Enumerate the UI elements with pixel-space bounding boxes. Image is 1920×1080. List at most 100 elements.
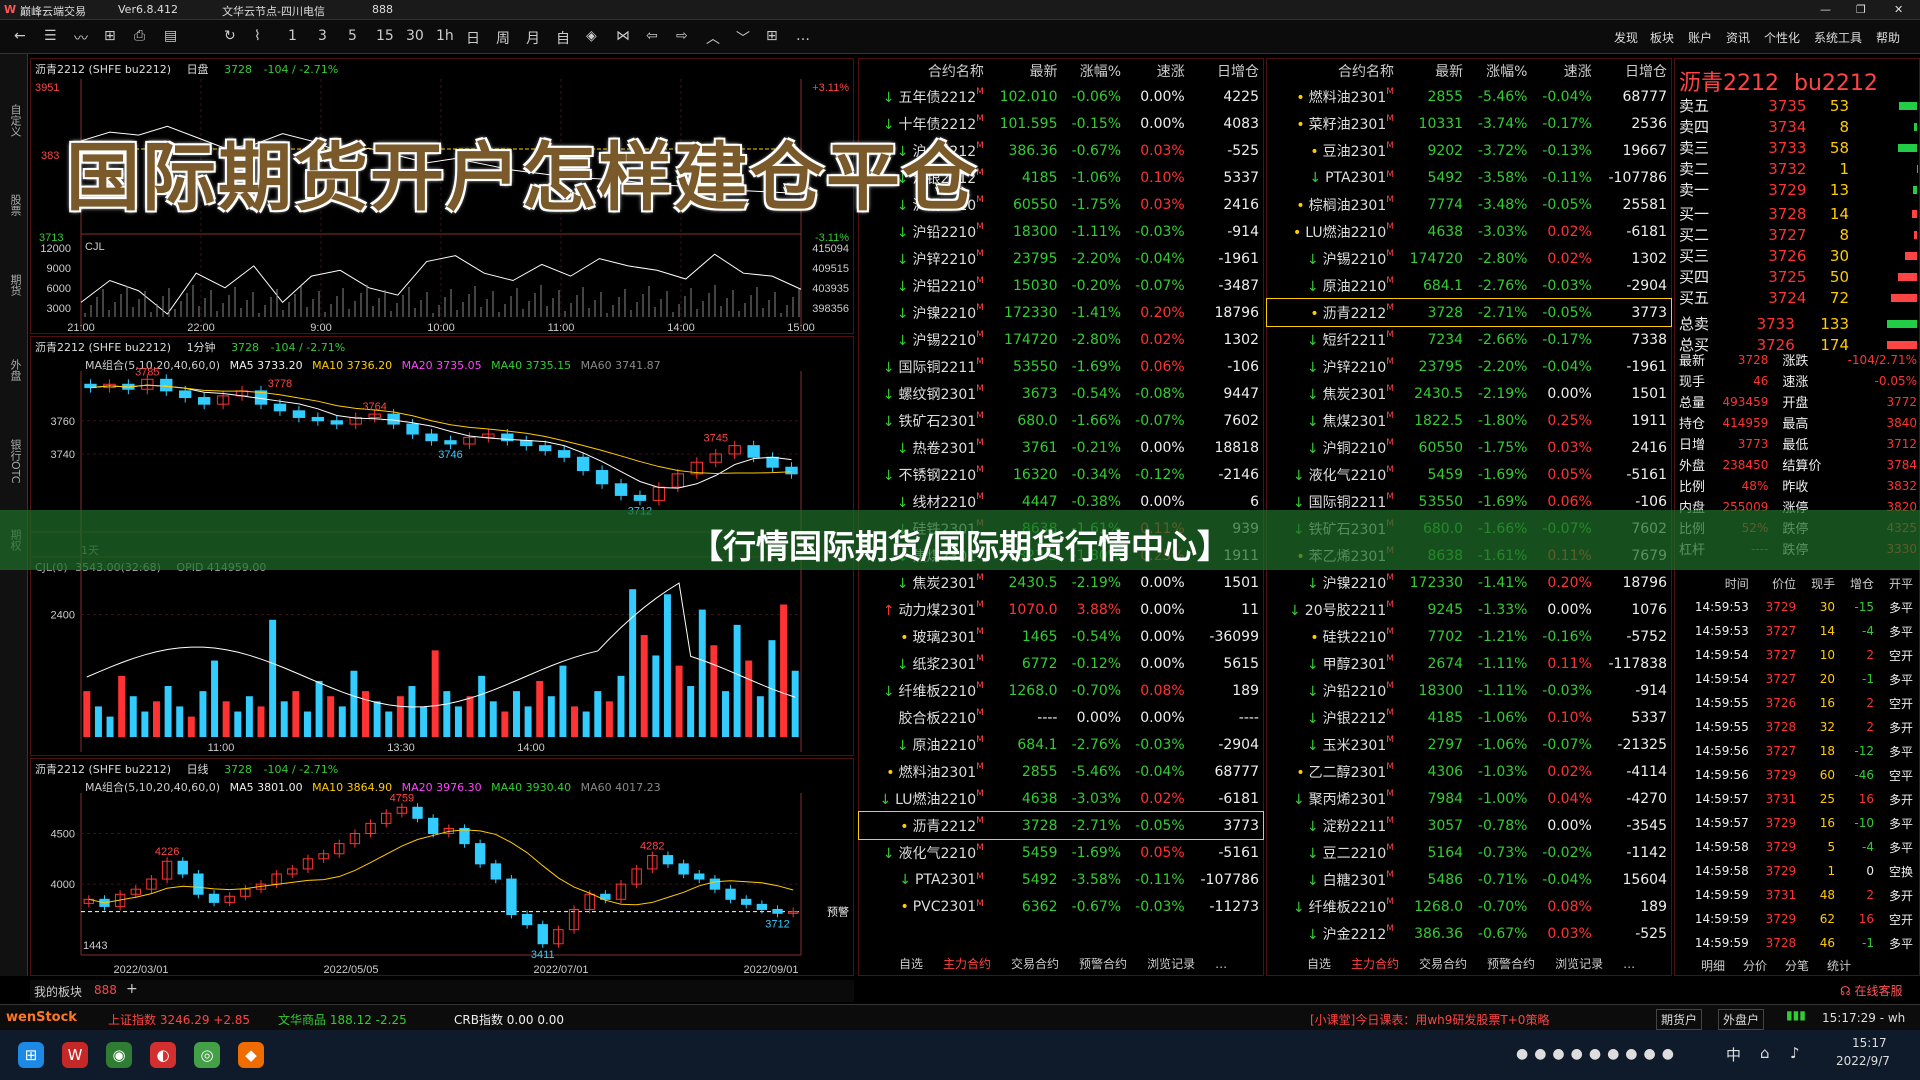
tick-tab[interactable]: 明细	[1701, 957, 1725, 974]
bid-row[interactable]: 买四 3725 50	[1679, 266, 1917, 287]
sidebar-item-foreign[interactable]: 外盘	[6, 359, 22, 381]
period-3-button[interactable]: 3	[318, 28, 327, 44]
quote_right-row[interactable]: ↓ 沪金2212M 386.36 -0.67% 0.03% -525	[1267, 920, 1671, 947]
quote_left-row[interactable]: ↓ 液化气2210M 5459 -1.69% 0.05% -5161	[859, 839, 1263, 866]
back-icon[interactable]: ←	[14, 28, 26, 44]
quote_right-row[interactable]: ↓ 短纤2211M 7234 -2.66% -0.17% 7338	[1267, 326, 1671, 353]
windows-start-icon[interactable]: ⊞	[18, 1042, 44, 1068]
quote_right-row[interactable]: ↓ 沪锡2210M 174720 -2.80% 0.02% 1302	[1267, 245, 1671, 272]
sidebar-item-stocks[interactable]: 股票	[6, 194, 22, 216]
quote_left-row[interactable]: ↓ 沪铝2210M 15030 -0.20% -0.07% -3487	[859, 272, 1263, 299]
quote-tab[interactable]: 主力合约	[1351, 955, 1399, 972]
refresh-icon[interactable]: ↻	[224, 28, 236, 44]
period-30-button[interactable]: 30	[406, 28, 424, 44]
taskbar-time[interactable]: 15:17	[1852, 1036, 1887, 1050]
quote_right-row[interactable]: ↓ 焦炭2301M 2430.5 -2.19% 0.00% 1501	[1267, 380, 1671, 407]
arrow-right-icon[interactable]: ⇨	[676, 28, 688, 44]
quote-tab[interactable]: 自选	[899, 955, 923, 972]
quote_left-col-header[interactable]: 最新	[988, 59, 1062, 83]
period-1-button[interactable]: 1	[288, 28, 297, 44]
menu-account[interactable]: 账户	[1688, 29, 1712, 46]
quote_left-row[interactable]: ↓ PTA2301M 5492 -3.58% -0.11% -107786	[859, 866, 1263, 893]
quote_left-row[interactable]: ↓ 纸浆2301M 6772 -0.12% 0.00% 5615	[859, 650, 1263, 677]
menu-news[interactable]: 资讯	[1726, 29, 1750, 46]
panel-icon[interactable]: ▤	[164, 28, 177, 44]
bid-row[interactable]: 买三 3726 30	[1679, 245, 1917, 266]
chevron-up-icon[interactable]: ︿	[706, 28, 720, 48]
quote_left-row[interactable]: ↓ 五年债2212M 102.010 -0.06% 0.00% 4225	[859, 83, 1263, 110]
quote_left-row[interactable]: • 燃料油2301M 2855 -5.46% -0.04% 68777	[859, 758, 1263, 785]
period-custom-button[interactable]: 自	[556, 28, 570, 48]
list-icon[interactable]: ☰	[44, 28, 57, 44]
quote-tab[interactable]: 主力合约	[943, 955, 991, 972]
quote_right-col-header[interactable]: 日增仓	[1596, 59, 1671, 83]
quote_right-row[interactable]: ↓ 纤维板2210M 1268.0 -0.70% 0.08% 189	[1267, 893, 1671, 920]
wenhua-app-icon[interactable]: W	[62, 1042, 88, 1068]
quote_right-row[interactable]: ↓ 聚丙烯2301M 7984 -1.00% 0.04% -4270	[1267, 785, 1671, 812]
volume-icon[interactable]: ♪	[1790, 1044, 1800, 1062]
quote_left-row[interactable]: ↓ 原油2210M 684.1 -2.76% -0.03% -2904	[859, 731, 1263, 758]
menu-system-tools[interactable]: 系统工具	[1814, 29, 1862, 46]
quote_left-col-header[interactable]: 涨幅%	[1061, 59, 1125, 83]
sidebar-item-custom[interactable]: 自定义	[6, 104, 22, 137]
quote_left-col-header[interactable]: 速涨	[1125, 59, 1189, 83]
green-app-icon[interactable]: ◎	[194, 1042, 220, 1068]
trend-icon[interactable]: 〰	[74, 28, 88, 48]
quote_left-row[interactable]: ↓ 纤维板2210M 1268.0 -0.70% 0.08% 189	[859, 677, 1263, 704]
layout-icon[interactable]: ⊞	[766, 28, 778, 44]
bowtie-icon[interactable]: ⋈	[616, 28, 630, 44]
tick-tab[interactable]: 统计	[1827, 957, 1851, 974]
quote_left-row[interactable]: ↓ 螺纹钢2301M 3673 -0.54% -0.08% 9447	[859, 380, 1263, 407]
menu-personalize[interactable]: 个性化	[1764, 29, 1800, 46]
ask-row[interactable]: 卖四 3734 8	[1679, 116, 1917, 137]
quote_right-row[interactable]: ↓ 豆二2210M 5164 -0.73% -0.02% -1142	[1267, 839, 1671, 866]
sidebar-item-bank-otc[interactable]: 银行OTC	[6, 439, 22, 483]
quote_left-row[interactable]: ↓ 沪锌2210M 23795 -2.20% -0.04% -1961	[859, 245, 1263, 272]
period-month-button[interactable]: 月	[526, 28, 540, 48]
quote_right-row[interactable]: • 沥青2212M 3728 -2.71% -0.05% 3773	[1266, 298, 1672, 327]
quote_left-col-header[interactable]: 日增仓	[1189, 59, 1263, 83]
quote_left-row[interactable]: 胶合板2210M ---- 0.00% 0.00% ----	[859, 704, 1263, 731]
network-icon[interactable]: ⌂	[1760, 1044, 1770, 1062]
crb-index[interactable]: CRB指数 0.00 0.00	[454, 1011, 564, 1028]
print-icon[interactable]: ⎙	[134, 28, 145, 44]
ask-row[interactable]: 卖五 3735 53	[1679, 95, 1917, 116]
sh-index[interactable]: 上证指数 3246.29 +2.85	[108, 1011, 250, 1028]
quote-tab[interactable]: 浏览记录	[1147, 955, 1195, 972]
quote-tab[interactable]: …	[1215, 957, 1227, 971]
ask-row[interactable]: 卖三 3733 58	[1679, 137, 1917, 158]
foreign-account-button[interactable]: 外盘户	[1718, 1009, 1765, 1030]
taskbar-date[interactable]: 2022/9/7	[1836, 1054, 1890, 1068]
block-888-tab[interactable]: 888	[94, 983, 117, 997]
quote_left-row[interactable]: • 沥青2212M 3728 -2.71% -0.05% 3773	[858, 811, 1264, 840]
menu-help[interactable]: 帮助	[1876, 29, 1900, 46]
quote_right-row[interactable]: ↓ 白糖2301M 5486 -0.71% -0.04% 15604	[1267, 866, 1671, 893]
quote_right-row[interactable]: • 硅铁2210M 7702 -1.21% -0.16% -5752	[1267, 623, 1671, 650]
quote_left-row[interactable]: ↓ 焦炭2301M 2430.5 -2.19% 0.00% 1501	[859, 569, 1263, 596]
quote_right-row[interactable]: ↓ 液化气2210M 5459 -1.69% 0.05% -5161	[1267, 461, 1671, 488]
quote_right-col-header[interactable]: 最新	[1398, 59, 1467, 83]
wh-index[interactable]: 文华商品 188.12 -2.25	[278, 1011, 407, 1028]
quote-tab[interactable]: 预警合约	[1487, 955, 1535, 972]
period-15-button[interactable]: 15	[376, 28, 394, 44]
quote_right-row[interactable]: ↓ 淀粉2211M 3057 -0.78% 0.00% -3545	[1267, 812, 1671, 839]
arrow-left-icon[interactable]: ⇦	[646, 28, 658, 44]
quote_right-row[interactable]: ↓ 沪银2212M 4185 -1.06% 0.10% 5337	[1267, 704, 1671, 731]
sidebar-item-futures[interactable]: 期货	[6, 274, 22, 296]
online-service-link[interactable]: ☊ 在线客服	[1840, 982, 1903, 999]
add-block-button[interactable]: +	[126, 981, 138, 997]
notice-ticker[interactable]: [小课堂]今日课表：用wh9研发股票T+0策略	[1310, 1011, 1549, 1028]
quote_left-row[interactable]: ↓ 国际铜2211M 53550 -1.69% 0.06% -106	[859, 353, 1263, 380]
quote_right-row[interactable]: ↓ 沪铅2210M 18300 -1.11% -0.03% -914	[1267, 677, 1671, 704]
orange-app-icon[interactable]: ◆	[238, 1042, 264, 1068]
maximize-button[interactable]: ❐	[1856, 3, 1866, 16]
quote_right-row[interactable]: • 豆油2301M 9202 -3.72% -0.13% 19667	[1267, 137, 1671, 164]
tick-tab[interactable]: 分价	[1743, 957, 1767, 974]
quote_right-row[interactable]: ↓ 焦煤2301M 1822.5 -1.80% 0.25% 1911	[1267, 407, 1671, 434]
daily-chart-svg[interactable]: 4500 4000 4759 4226 4282 3411 3712 1443 预警 2022/0…	[31, 759, 855, 977]
quote_left-row[interactable]: ↓ 沪锡2210M 174720 -2.80% 0.02% 1302	[859, 326, 1263, 353]
chevron-down-icon[interactable]: ﹀	[736, 28, 750, 48]
quote_right-row[interactable]: ↓ 沪镍2210M 172330 -1.41% 0.20% 18796	[1267, 569, 1671, 596]
quote_left-col-header[interactable]: 合约名称	[859, 59, 988, 83]
grid-icon[interactable]: ⊞	[104, 28, 116, 44]
